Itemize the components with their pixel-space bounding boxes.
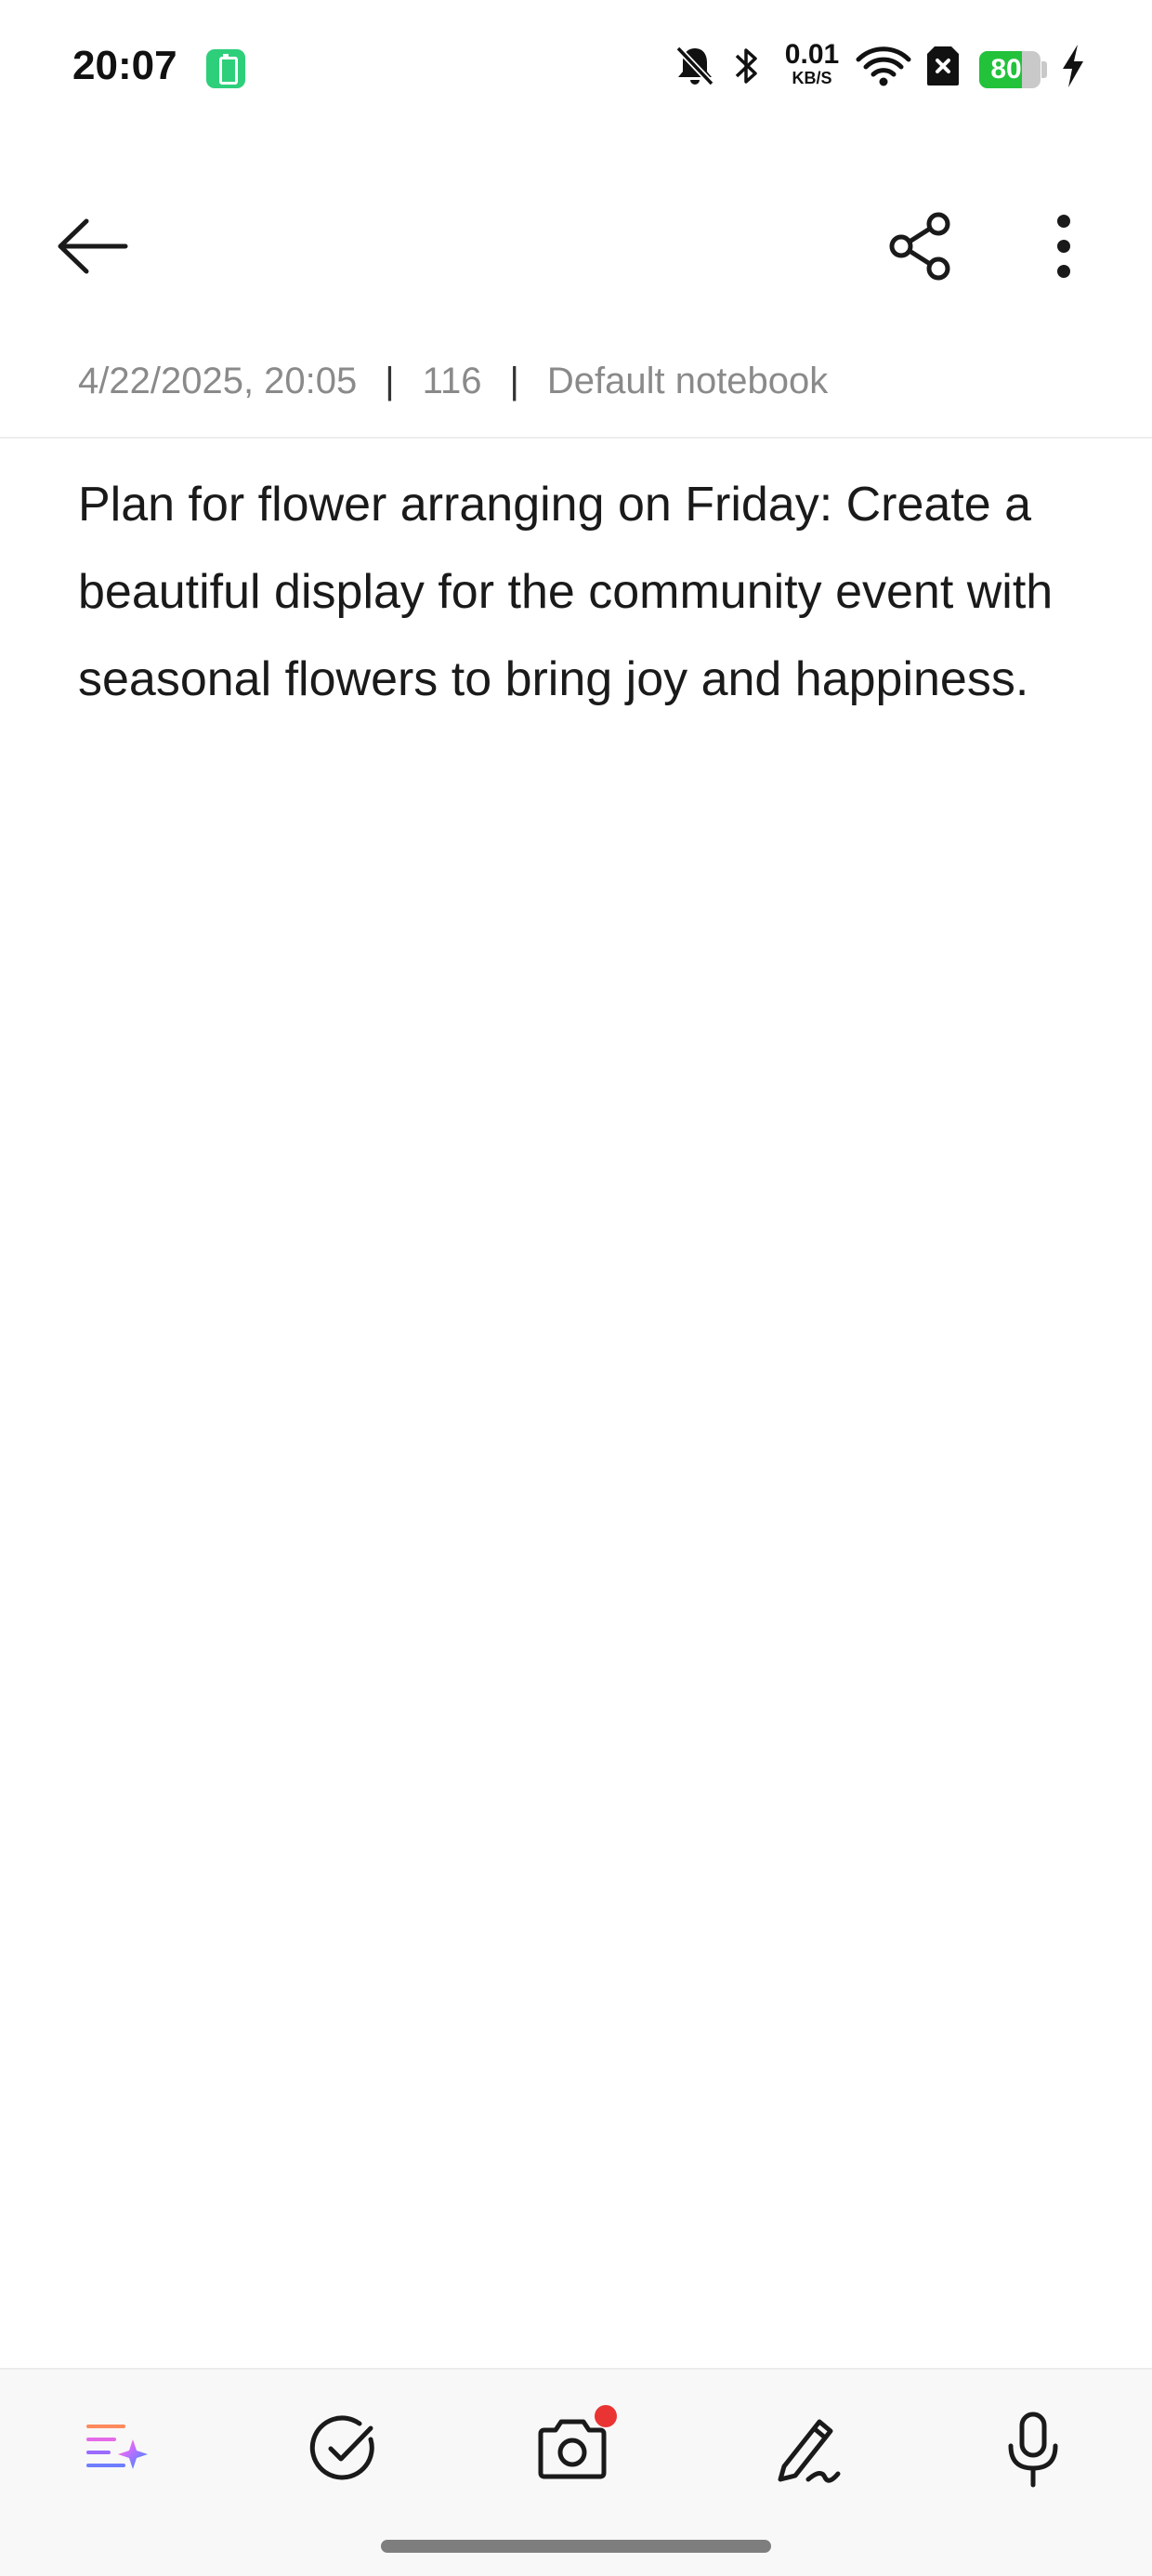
share-button[interactable]	[870, 195, 972, 297]
camera-notification-dot	[595, 2405, 617, 2427]
home-indicator[interactable]	[381, 2540, 771, 2553]
voice-input-button[interactable]	[987, 2403, 1080, 2496]
note-body-editor[interactable]: Plan for flower arranging on Friday: Cre…	[78, 461, 1081, 723]
note-char-count: 116	[422, 361, 482, 401]
battery-indicator: 80	[979, 51, 1041, 88]
wifi-icon	[855, 43, 912, 94]
share-icon	[889, 212, 950, 281]
notebook-selector[interactable]: Default notebook	[547, 361, 828, 401]
back-button[interactable]	[41, 195, 143, 297]
note-date: 4/22/2025, 20:05	[78, 361, 358, 401]
ai-format-button[interactable]	[71, 2403, 164, 2496]
back-arrow-icon	[58, 218, 128, 274]
checklist-button[interactable]	[297, 2403, 390, 2496]
battery-saver-icon	[206, 49, 245, 88]
meta-separator: |	[509, 361, 519, 401]
more-vertical-icon	[1057, 215, 1070, 278]
network-speed-unit: KB/S	[792, 69, 832, 87]
ai-format-icon	[86, 2425, 148, 2469]
status-time: 20:07	[72, 43, 177, 88]
meta-separator: |	[385, 361, 395, 401]
more-options-button[interactable]	[1013, 195, 1115, 297]
top-app-bar	[0, 177, 1152, 316]
notes-editor-screen: 20:07 0.01 KB/S 80 4/22/2025, 20:05 | 11…	[0, 0, 1152, 2576]
checklist-icon	[309, 2415, 374, 2480]
bell-off-icon	[673, 43, 717, 94]
battery-level: 80	[990, 54, 1022, 85]
sim-error-icon	[925, 43, 961, 94]
camera-icon	[538, 2419, 607, 2479]
network-speed: 0.01 KB/S	[779, 39, 845, 88]
microphone-icon	[1008, 2412, 1058, 2488]
handwriting-pen-icon	[778, 2419, 841, 2483]
note-meta: 4/22/2025, 20:05 | 116 | Default notebook	[78, 361, 828, 402]
handwriting-button[interactable]	[758, 2403, 851, 2496]
network-speed-value: 0.01	[784, 39, 840, 70]
charging-bolt-icon	[1059, 43, 1087, 94]
bluetooth-icon	[730, 43, 762, 94]
status-bar: 20:07 0.01 KB/S 80	[0, 0, 1152, 139]
header-divider	[0, 437, 1152, 439]
battery-tip	[1041, 61, 1047, 78]
